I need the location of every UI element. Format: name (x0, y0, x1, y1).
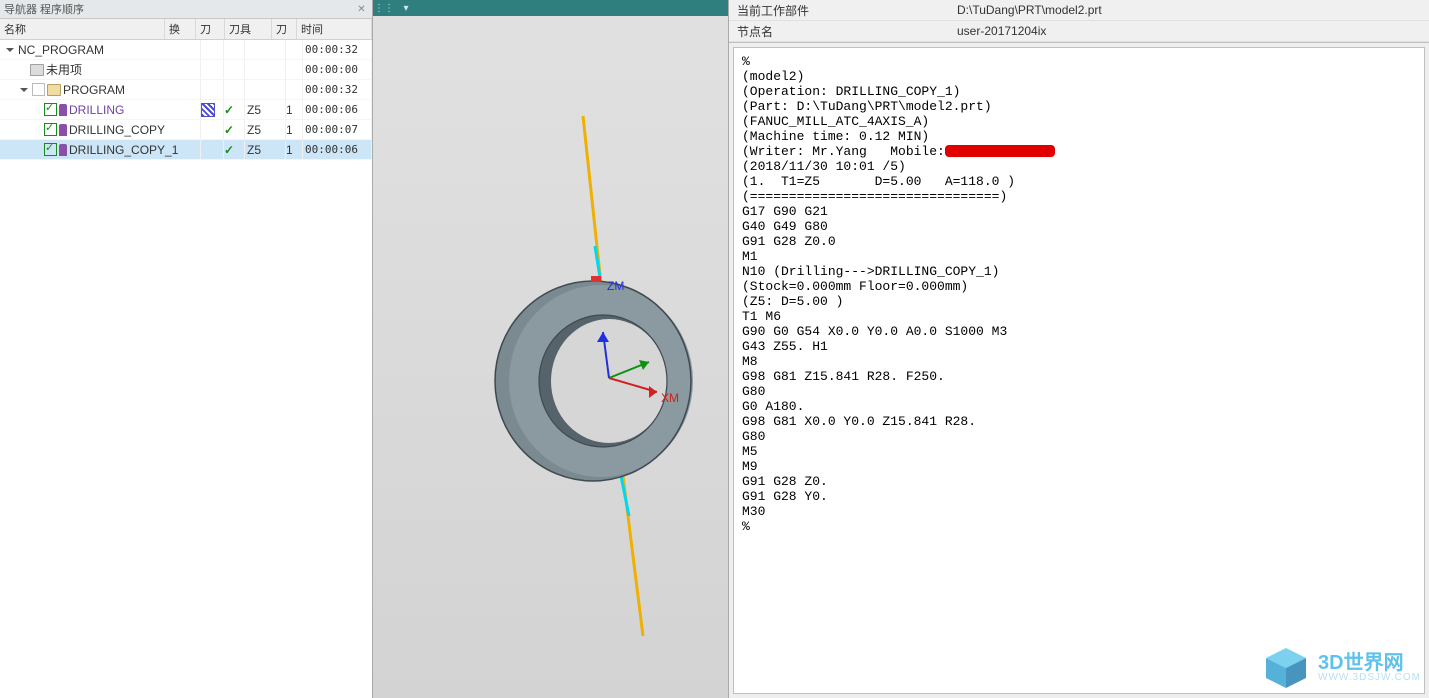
cell-change (201, 80, 224, 99)
cell-tool-check: ✓ (224, 140, 245, 159)
folder-icon (30, 64, 44, 76)
check-icon[interactable] (44, 103, 57, 116)
cell-tool (245, 60, 286, 79)
info-row: 节点名user-20171204ix (729, 21, 1429, 42)
cube-icon (1262, 644, 1310, 692)
axis-z-label: ZM (607, 279, 624, 293)
tick-icon: ✓ (224, 123, 234, 137)
cell-tool-check (224, 60, 245, 79)
cell-change (201, 120, 224, 139)
cell-time: 00:00:00 (303, 60, 372, 79)
cell-tool (245, 80, 286, 99)
row-label: NC_PROGRAM (18, 43, 104, 57)
cell-tool: Z5 (245, 140, 286, 159)
info-label: 节点名 (729, 23, 957, 40)
row-label: DRILLING_COPY (69, 123, 165, 137)
panel-title: 导航器 程序顺序 (4, 1, 84, 17)
cell-tool-num: 1 (286, 120, 303, 139)
cell-time: 00:00:32 (303, 40, 372, 59)
panel-title-bar: 导航器 程序顺序 ✕ (0, 0, 372, 19)
cell-tool: Z5 (245, 120, 286, 139)
cell-tool-check: ✓ (224, 120, 245, 139)
cell-tool-num (286, 60, 303, 79)
tree-row[interactable]: NC_PROGRAM 00:00:32 (0, 40, 372, 60)
row-label: DRILLING (69, 103, 124, 117)
tree-row[interactable]: DRILLING ✓ Z5100:00:06 (0, 100, 372, 120)
check-icon[interactable] (44, 143, 57, 156)
cell-time: 00:00:07 (303, 120, 372, 139)
info-label: 当前工作部件 (729, 2, 957, 19)
operation-icon (59, 144, 67, 156)
cell-tool (245, 40, 286, 59)
col-tool[interactable]: 刀具 (225, 19, 272, 39)
col-change[interactable]: 换 (165, 19, 196, 39)
tree-header: 名称 换 刀 刀具 刀 时间 (0, 19, 372, 40)
expand-icon[interactable] (6, 48, 14, 52)
cell-change (201, 100, 224, 119)
check-icon[interactable] (44, 123, 57, 136)
cell-time: 00:00:32 (303, 80, 372, 99)
row-label: 未用项 (46, 61, 82, 78)
cell-change (201, 40, 224, 59)
info-panel: 当前工作部件D:\TuDang\PRT\model2.prt节点名user-20… (729, 0, 1429, 698)
tree-row[interactable]: DRILLING_COPY_1 ✓ Z5100:00:06 (0, 140, 372, 160)
tick-icon: ✓ (224, 143, 234, 157)
info-grid: 当前工作部件D:\TuDang\PRT\model2.prt节点名user-20… (729, 0, 1429, 43)
model-svg: XM ZM (373, 16, 728, 696)
view-toolbar: ⋮⋮ ▾ (373, 0, 728, 16)
toolbar-grip-icon[interactable]: ⋮⋮ (373, 0, 395, 16)
operation-icon (59, 124, 67, 136)
watermark: 3D世界网 WWW.3DSJW.COM (1262, 644, 1421, 692)
cell-tool-check: ✓ (224, 100, 245, 119)
folder-icon (47, 84, 61, 96)
info-row: 当前工作部件D:\TuDang\PRT\model2.prt (729, 0, 1429, 21)
cell-tool-num: 1 (286, 100, 303, 119)
tree-body[interactable]: NC_PROGRAM 00:00:32 未用项 00:00:00 PROGRAM 00… (0, 40, 372, 698)
col-tooln[interactable]: 刀 (272, 19, 297, 39)
redacted-mobile (945, 145, 1055, 157)
cell-tool-num (286, 40, 303, 59)
tree-row[interactable]: 未用项 00:00:00 (0, 60, 372, 80)
graphics-view[interactable]: ⋮⋮ ▾ (373, 0, 729, 698)
tree-row[interactable]: DRILLING_COPY ✓ Z5100:00:07 (0, 120, 372, 140)
expand-icon[interactable] (20, 88, 28, 92)
tick-icon: ✓ (224, 103, 234, 117)
close-icon[interactable]: ✕ (355, 3, 368, 16)
axis-x-label: XM (661, 391, 679, 405)
info-value: D:\TuDang\PRT\model2.prt (957, 3, 1429, 17)
cell-tool-check (224, 80, 245, 99)
cell-tool: Z5 (245, 100, 286, 119)
cell-tool-check (224, 40, 245, 59)
cell-time: 00:00:06 (303, 100, 372, 119)
info-value: user-20171204ix (957, 24, 1429, 38)
cell-tool-num (286, 80, 303, 99)
check-icon[interactable] (32, 83, 45, 96)
row-label: PROGRAM (63, 83, 125, 97)
hatch-icon (201, 103, 215, 117)
operation-navigator: 导航器 程序顺序 ✕ 名称 换 刀 刀具 刀 时间 NC_PROGRAM 00:0… (0, 0, 373, 698)
cell-tool-num: 1 (286, 140, 303, 159)
cell-change (201, 60, 224, 79)
nc-code-text: % (model2) (Operation: DRILLING_COPY_1) … (742, 54, 1416, 534)
cell-time: 00:00:06 (303, 140, 372, 159)
3d-viewport[interactable]: XM ZM (373, 16, 728, 698)
operation-icon (59, 104, 67, 116)
cell-change (201, 140, 224, 159)
tree-row[interactable]: PROGRAM 00:00:32 (0, 80, 372, 100)
col-time[interactable]: 时间 (297, 19, 372, 39)
col-tool1[interactable]: 刀 (196, 19, 225, 39)
nc-code-view[interactable]: % (model2) (Operation: DRILLING_COPY_1) … (733, 47, 1425, 694)
row-label: DRILLING_COPY_1 (69, 143, 178, 157)
watermark-sub: WWW.3DSJW.COM (1318, 672, 1421, 683)
toolbar-menu-icon[interactable]: ▾ (395, 0, 417, 16)
col-name[interactable]: 名称 (0, 19, 165, 39)
watermark-title: 3D世界网 (1318, 654, 1421, 672)
